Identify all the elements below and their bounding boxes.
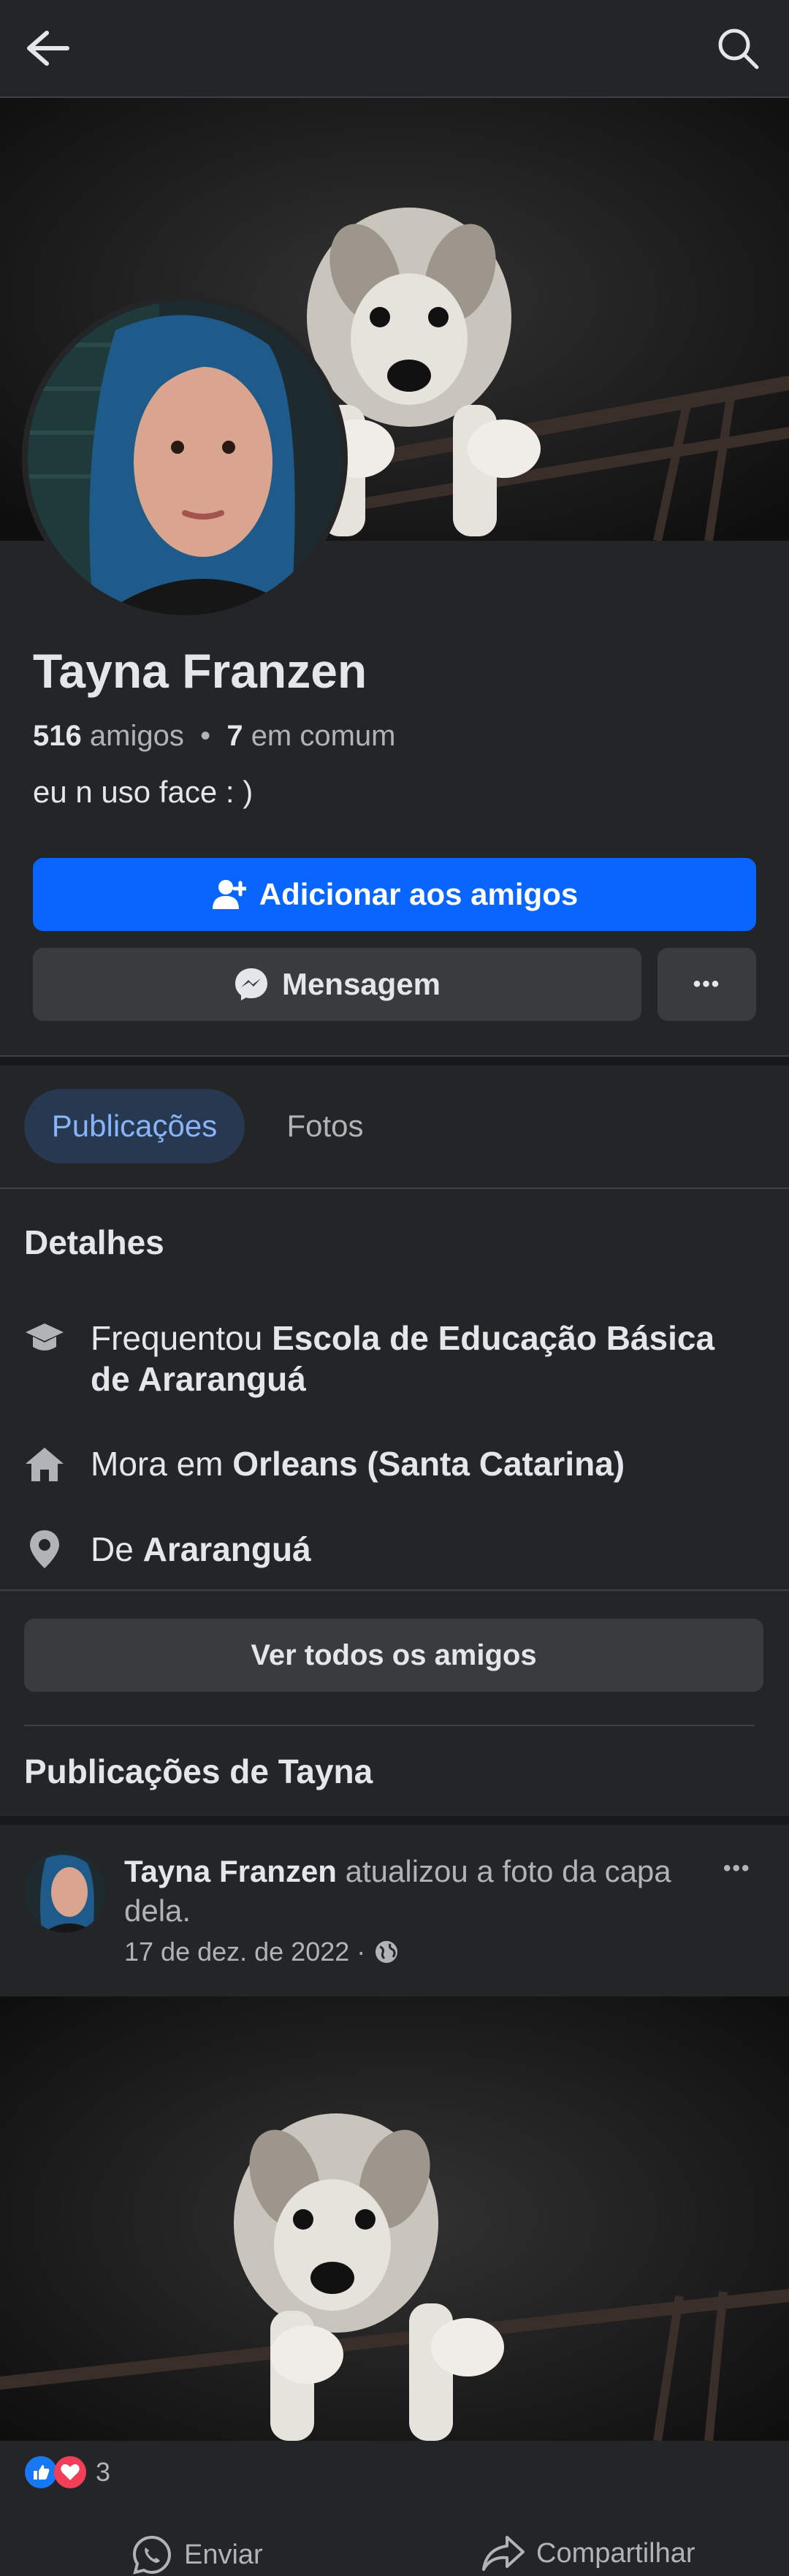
details-title: Detalhes [24,1223,164,1261]
see-all-friends-button[interactable]: Ver todos os amigos [24,1619,763,1692]
add-friend-icon [211,878,246,911]
detail-origin[interactable]: De Araranguá [24,1529,762,1570]
detail-home[interactable]: Mora em Orleans (Santa Catarina) [24,1443,762,1484]
home-prefix: Mora em [91,1445,233,1483]
share-icon [482,2534,525,2572]
friends-count: 516 [33,720,82,752]
detail-education[interactable]: Frequentou Escola de Educação Básica de … [24,1318,762,1399]
more-options-button[interactable]: ••• [658,948,756,1021]
globe-icon [374,1939,399,1964]
post-header-text: Tayna Franzen atualizou a foto da capa d… [124,1852,701,1931]
posts-title: Publicações de Tayna [24,1752,373,1790]
divider [0,1188,789,1189]
top-bar [0,0,789,98]
tab-publicacoes[interactable]: Publicações [24,1089,245,1163]
friends-label: amigos [89,720,184,752]
mutual-count: 7 [226,720,243,752]
tab-fotos[interactable]: Fotos [259,1089,391,1163]
profile-stats: 516 amigos • 7 em comum [33,720,396,753]
arrow-left-icon[interactable] [18,22,77,75]
profile-name: Tayna Franzen [33,644,367,698]
messenger-icon [234,967,269,1002]
location-pin-icon [24,1529,65,1570]
mutual-label: em comum [251,720,396,752]
send-label: Enviar [184,2539,263,2570]
origin-prefix: De [91,1530,143,1568]
section-separator [0,1816,789,1825]
add-friend-label: Adicionar aos amigos [259,877,579,911]
post-author-name[interactable]: Tayna Franzen [124,1854,337,1888]
send-button[interactable]: Enviar [132,2534,263,2575]
home-value: Orleans (Santa Catarina) [232,1445,625,1483]
share-button[interactable]: Compartilhar [482,2534,695,2572]
graduation-cap-icon [24,1318,65,1359]
search-icon[interactable] [709,22,767,75]
reactions-summary[interactable]: 3 [24,2455,110,2489]
add-friend-button[interactable]: Adicionar aos amigos [33,858,756,931]
share-label: Compartilhar [536,2537,695,2569]
section-separator [0,1057,789,1065]
stats-separator: • [200,720,211,752]
love-icon [53,2455,87,2489]
home-icon [24,1443,65,1484]
whatsapp-icon [132,2534,172,2575]
reaction-count: 3 [96,2457,111,2487]
post-author-avatar[interactable] [24,1851,106,1933]
divider [24,1725,755,1726]
profile-avatar[interactable] [28,301,342,615]
post-photo[interactable] [0,1996,789,2441]
post-date[interactable]: 17 de dez. de 2022 · [124,1937,365,1967]
origin-value: Araranguá [142,1530,311,1568]
education-prefix: Frequentou [91,1319,272,1357]
post-more-options[interactable]: ••• [723,1856,751,1881]
profile-bio: eu n uso face : ) [33,775,254,809]
more-dots-icon: ••• [693,972,721,996]
message-label: Mensagem [281,967,441,1001]
divider [0,1589,789,1591]
post-date-row: 17 de dez. de 2022 · [124,1937,399,1967]
message-button[interactable]: Mensagem [33,948,641,1021]
